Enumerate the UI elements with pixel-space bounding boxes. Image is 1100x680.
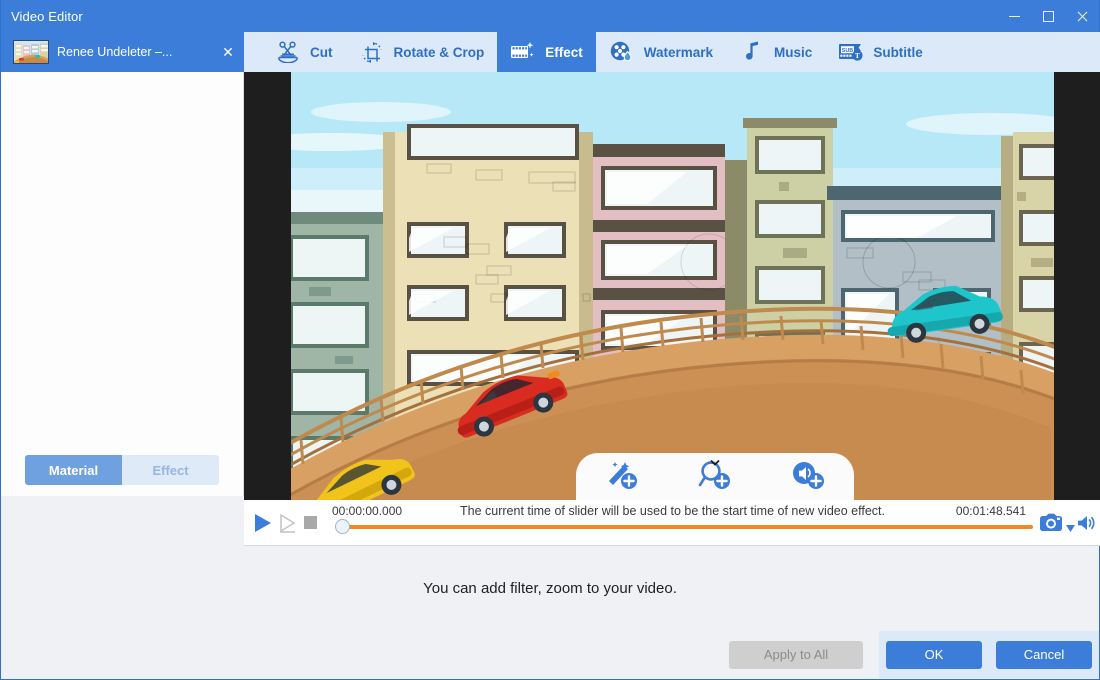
sidebar-tab-effect[interactable]: Effect xyxy=(122,455,219,485)
snapshot-button[interactable] xyxy=(1039,512,1063,534)
toolbar-item-cut[interactable]: Cut xyxy=(262,32,346,72)
chevron-down-icon[interactable] xyxy=(709,456,722,469)
sidebar-segmented-control: Material Effect xyxy=(25,455,219,485)
maximize-button[interactable] xyxy=(1031,0,1065,32)
add-volume-button[interactable] xyxy=(785,458,831,496)
toolbar-label-rotate-crop: Rotate & Crop xyxy=(393,44,485,60)
video-frame-thumbnail xyxy=(13,40,49,64)
document-tab-label: Renee Undeleter –... xyxy=(57,45,173,59)
video-frame xyxy=(291,72,1054,500)
toolbar-item-rotate-crop[interactable]: Rotate & Crop xyxy=(346,32,498,72)
watermark-film-drop-icon xyxy=(609,40,635,64)
subtitle-icon: SUB T xyxy=(838,40,864,64)
sidebar-tab-material[interactable]: Material xyxy=(25,455,122,485)
cityscape-scene xyxy=(291,72,1054,500)
video-preview-stage[interactable] xyxy=(244,72,1100,500)
total-time-label: 00:01:48.541 xyxy=(955,504,1026,518)
ok-button[interactable]: OK xyxy=(886,640,982,669)
playback-controls: 00:00:00.000 The current time of slider … xyxy=(244,500,1100,546)
material-sidebar: Material Effect xyxy=(1,72,244,496)
timeline-scrubber-handle[interactable] xyxy=(335,519,350,534)
effect-overlay-toolbar xyxy=(576,453,854,500)
music-note-icon xyxy=(739,40,765,64)
editor-toolbar: Cut Rotate & Crop Effect Watermark Music… xyxy=(244,32,1100,72)
close-button[interactable] xyxy=(1065,0,1099,32)
window-controls xyxy=(997,0,1099,32)
toolbar-label-watermark: Watermark xyxy=(643,44,714,60)
close-icon xyxy=(1076,10,1089,23)
svg-text:SUB: SUB xyxy=(842,48,853,54)
toolbar-item-effect[interactable]: Effect xyxy=(497,32,596,72)
bottom-panel: You can add filter, zoom to your video. … xyxy=(1,546,1099,678)
minimize-icon xyxy=(1008,15,1020,17)
toolbar-label-effect: Effect xyxy=(545,44,583,60)
timeline-scrubber-track[interactable] xyxy=(341,525,1033,529)
toolbar-label-subtitle: Subtitle xyxy=(873,44,923,60)
scissors-icon xyxy=(275,40,301,64)
toolbar-label-cut: Cut xyxy=(310,44,333,60)
svg-text:T: T xyxy=(855,51,860,60)
document-tab-close-icon[interactable]: ✕ xyxy=(220,45,236,59)
add-filter-button[interactable] xyxy=(599,458,645,496)
primary-actions: OK Cancel xyxy=(879,631,1099,678)
cancel-button[interactable]: Cancel xyxy=(996,640,1092,669)
rotate-crop-icon xyxy=(359,40,385,64)
magic-wand-plus-icon xyxy=(605,460,639,495)
document-tab[interactable]: Renee Undeleter –... ✕ xyxy=(1,32,244,72)
toolbar-item-music[interactable]: Music xyxy=(726,32,825,72)
effect-film-icon xyxy=(510,40,536,64)
document-tab-strip: Renee Undeleter –... ✕ xyxy=(1,32,244,72)
toolbar-label-music: Music xyxy=(774,44,813,60)
apply-to-all-button[interactable]: Apply to All xyxy=(729,640,863,669)
minimize-button[interactable] xyxy=(997,0,1031,32)
maximize-icon xyxy=(1042,10,1054,22)
toolbar-item-watermark[interactable]: Watermark xyxy=(596,32,726,72)
window-title: Video Editor xyxy=(11,8,83,24)
speaker-plus-icon xyxy=(791,460,825,495)
toolbar-item-subtitle[interactable]: SUB T Subtitle xyxy=(825,32,936,72)
volume-button[interactable] xyxy=(1076,513,1096,533)
video-editor-window: Video Editor Renee Undeleter –... ✕ Mate… xyxy=(0,0,1100,680)
snapshot-dropdown-icon[interactable] xyxy=(1066,519,1075,532)
dialog-footer: Apply to All OK Cancel xyxy=(1,631,1099,678)
title-bar: Video Editor xyxy=(1,0,1099,32)
panel-message: You can add filter, zoom to your video. xyxy=(423,580,677,597)
